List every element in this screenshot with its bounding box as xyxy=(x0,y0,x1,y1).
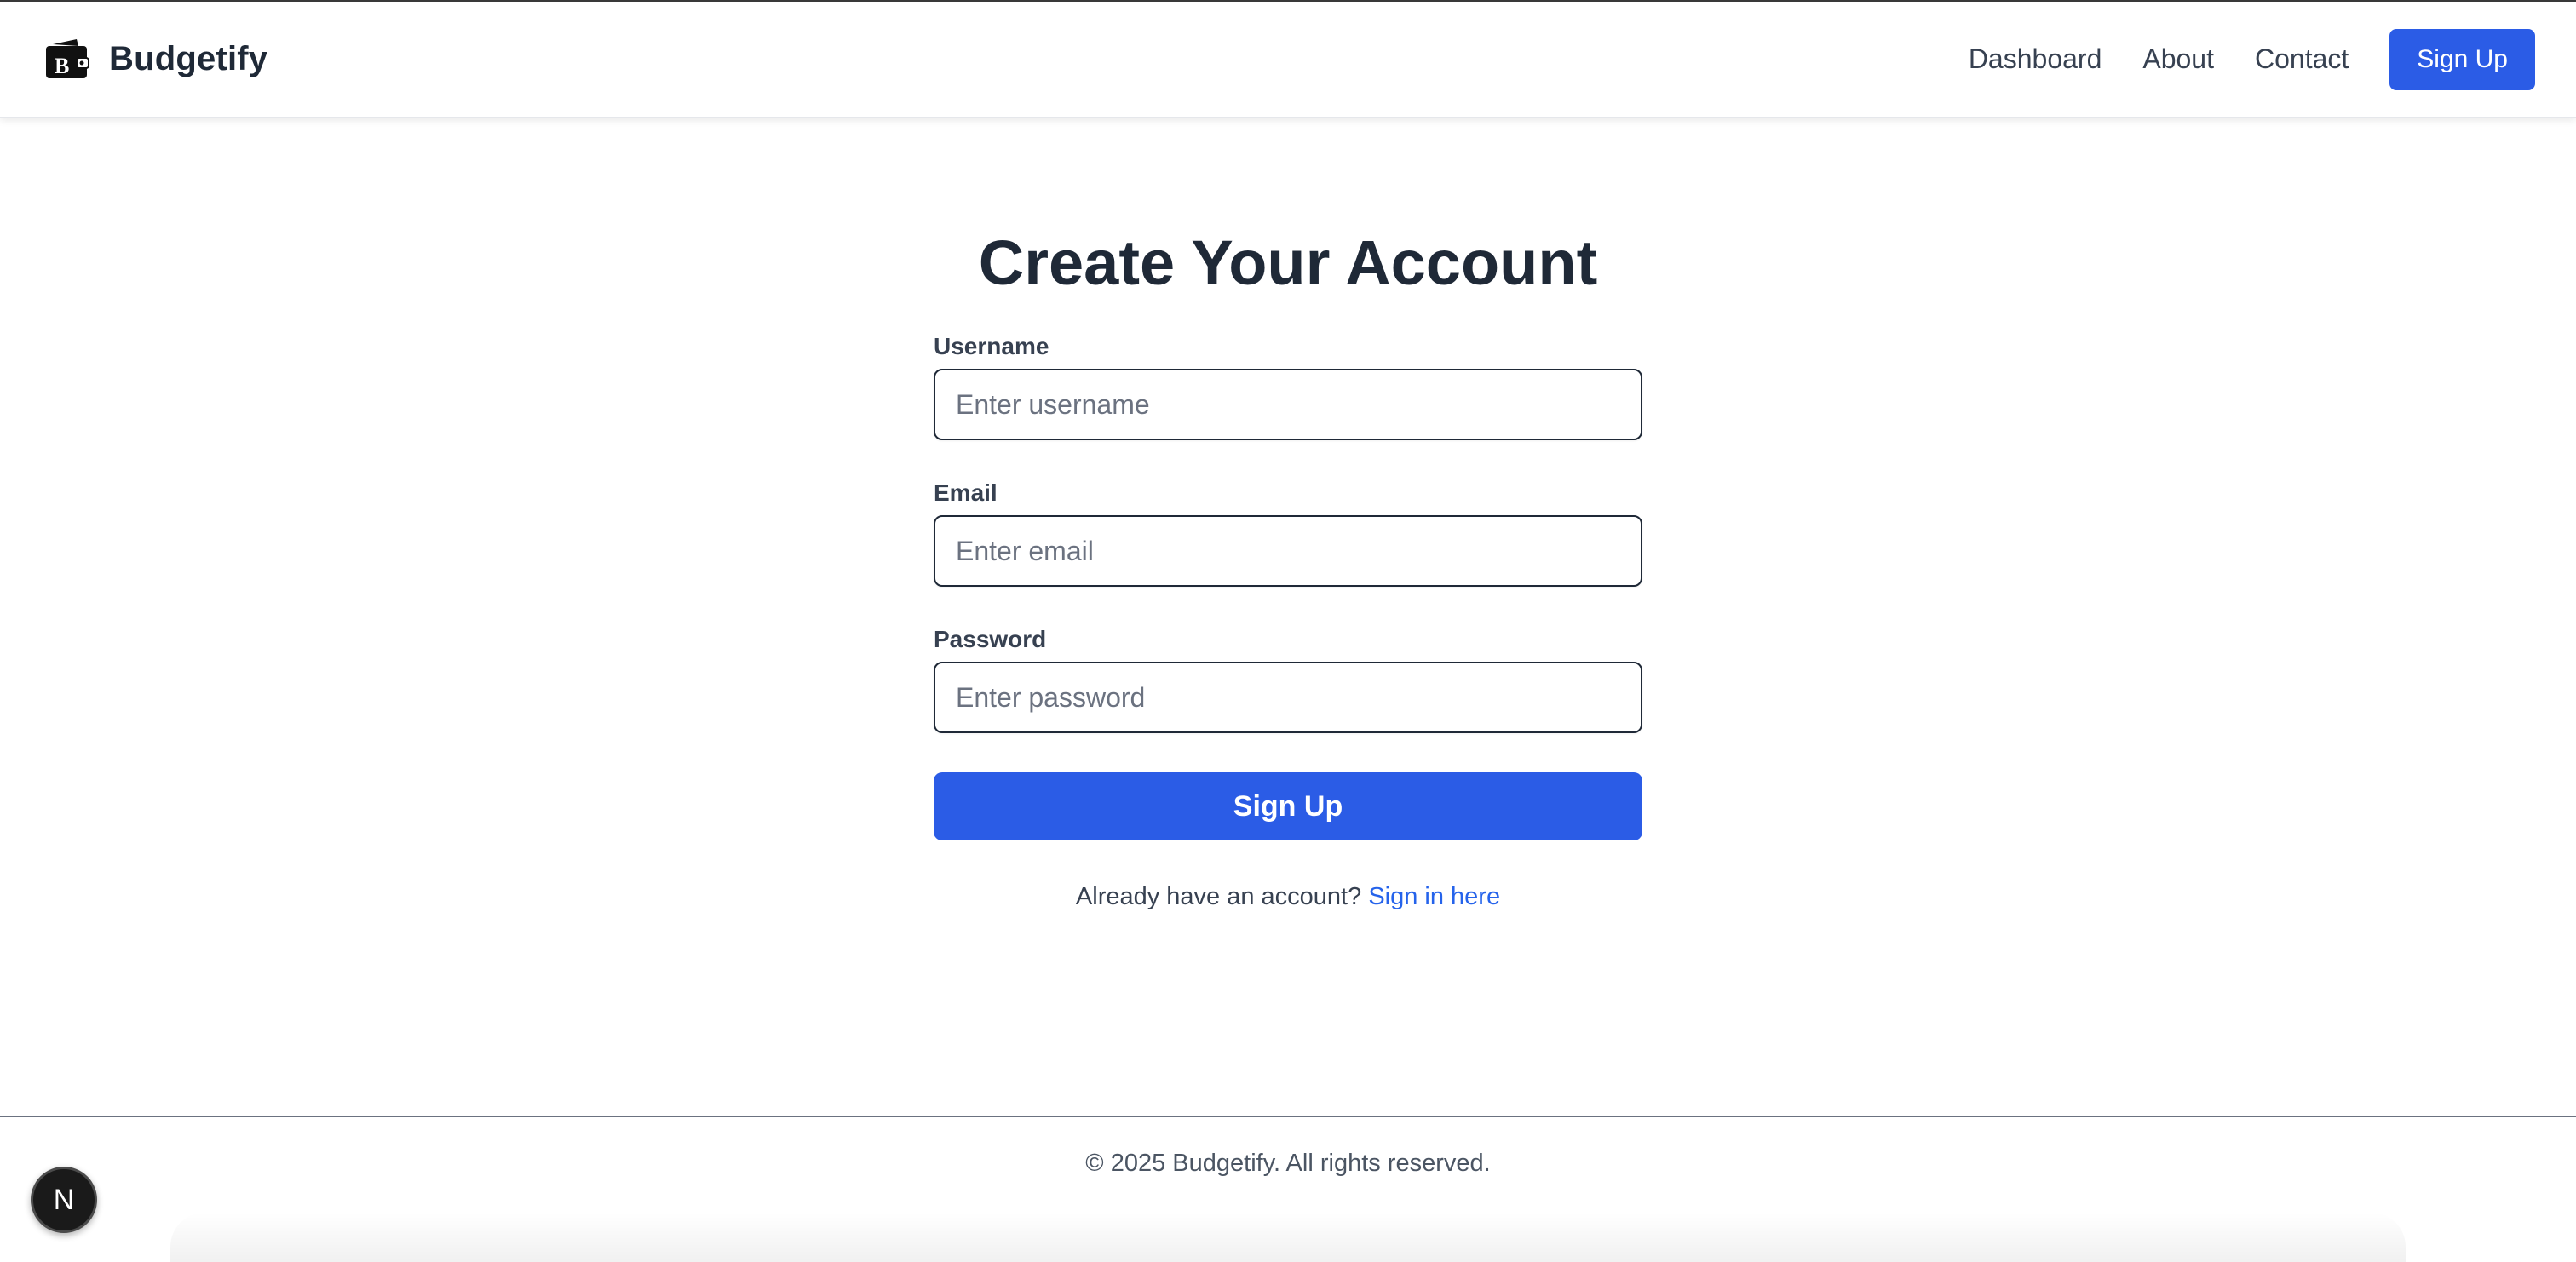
brand[interactable]: B Budgetify xyxy=(44,37,267,82)
signin-link[interactable]: Sign in here xyxy=(1368,883,1500,910)
signup-submit-button[interactable]: Sign Up xyxy=(934,772,1642,841)
footer-copyright: © 2025 Budgetify. All rights reserved. xyxy=(1085,1150,1491,1177)
nav-link-about[interactable]: About xyxy=(2142,43,2214,75)
nav-links: Dashboard About Contact Sign Up xyxy=(1969,28,2535,90)
email-label: Email xyxy=(934,479,998,507)
navbar: B Budgetify Dashboard About Contact Sign… xyxy=(0,2,2576,118)
footer: © 2025 Budgetify. All rights reserved. xyxy=(0,1116,2576,1262)
nav-link-contact[interactable]: Contact xyxy=(2255,43,2349,75)
nextjs-dev-badge[interactable]: N xyxy=(31,1167,97,1233)
nav-link-dashboard[interactable]: Dashboard xyxy=(1969,43,2102,75)
signup-form: Create Your Account Username Email Passw… xyxy=(934,228,1642,911)
page: B Budgetify Dashboard About Contact Sign… xyxy=(0,0,2576,1262)
signin-prompt-text: Already have an account? xyxy=(1075,883,1369,911)
username-field-group: Username xyxy=(934,333,1642,441)
svg-text:B: B xyxy=(55,54,69,78)
username-input[interactable] xyxy=(934,369,1642,441)
nav-signup-button[interactable]: Sign Up xyxy=(2389,28,2535,90)
password-input[interactable] xyxy=(934,662,1642,734)
page-title: Create Your Account xyxy=(978,227,1598,298)
brand-name: Budgetify xyxy=(109,40,268,77)
username-label: Username xyxy=(934,333,1049,360)
password-field-group: Password xyxy=(934,626,1642,734)
email-field-group: Email xyxy=(934,479,1642,588)
main-content: Create Your Account Username Email Passw… xyxy=(0,118,2576,1116)
nextjs-icon: N xyxy=(53,1183,75,1216)
footer-shadow xyxy=(170,1213,2406,1262)
password-label: Password xyxy=(934,626,1047,653)
signin-prompt-row: Already have an account? Sign in here xyxy=(934,883,1642,911)
wallet-b-icon: B xyxy=(46,38,89,78)
email-input[interactable] xyxy=(934,515,1642,588)
